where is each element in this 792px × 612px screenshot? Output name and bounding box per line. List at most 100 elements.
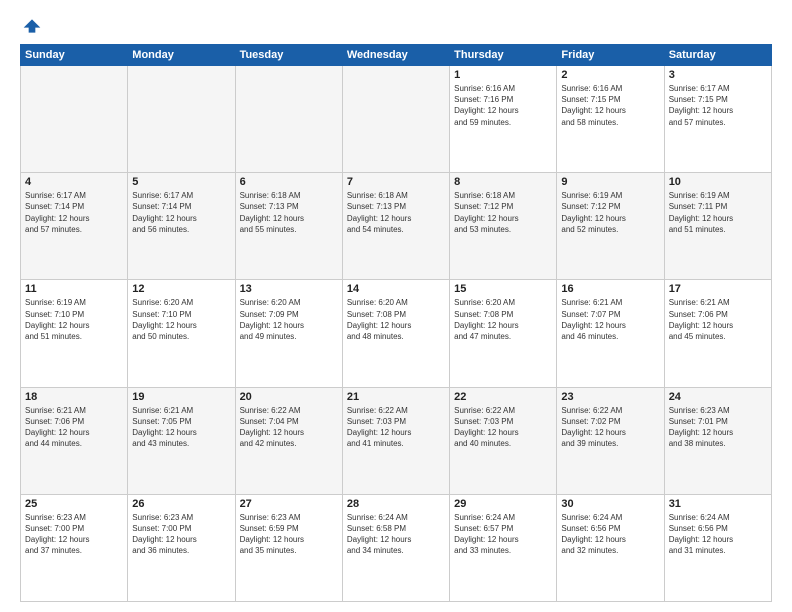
day-number: 11	[25, 283, 123, 295]
calendar-cell	[342, 66, 449, 173]
day-info: Sunrise: 6:24 AM Sunset: 6:56 PM Dayligh…	[669, 512, 767, 557]
calendar-cell: 10 Sunrise: 6:19 AM Sunset: 7:11 PM Dayli…	[664, 173, 771, 280]
calendar-cell: 23 Sunrise: 6:22 AM Sunset: 7:02 PM Dayli…	[557, 387, 664, 494]
day-number: 24	[669, 391, 767, 403]
day-number: 21	[347, 391, 445, 403]
page: SundayMondayTuesdayWednesdayThursdayFrid…	[0, 0, 792, 612]
day-info: Sunrise: 6:22 AM Sunset: 7:03 PM Dayligh…	[454, 405, 552, 450]
calendar-week-2: 4 Sunrise: 6:17 AM Sunset: 7:14 PM Daylig…	[21, 173, 772, 280]
day-info: Sunrise: 6:19 AM Sunset: 7:11 PM Dayligh…	[669, 190, 767, 235]
day-info: Sunrise: 6:21 AM Sunset: 7:07 PM Dayligh…	[561, 297, 659, 342]
calendar-cell	[128, 66, 235, 173]
header	[20, 16, 772, 36]
day-info: Sunrise: 6:17 AM Sunset: 7:14 PM Dayligh…	[132, 190, 230, 235]
day-info: Sunrise: 6:17 AM Sunset: 7:15 PM Dayligh…	[669, 83, 767, 128]
logo-icon	[22, 16, 42, 36]
day-info: Sunrise: 6:19 AM Sunset: 7:12 PM Dayligh…	[561, 190, 659, 235]
day-number: 30	[561, 498, 659, 510]
day-number: 2	[561, 69, 659, 81]
day-info: Sunrise: 6:21 AM Sunset: 7:05 PM Dayligh…	[132, 405, 230, 450]
day-number: 16	[561, 283, 659, 295]
calendar-cell: 16 Sunrise: 6:21 AM Sunset: 7:07 PM Dayli…	[557, 280, 664, 387]
calendar-cell: 4 Sunrise: 6:17 AM Sunset: 7:14 PM Daylig…	[21, 173, 128, 280]
day-number: 3	[669, 69, 767, 81]
calendar-cell: 24 Sunrise: 6:23 AM Sunset: 7:01 PM Dayli…	[664, 387, 771, 494]
day-info: Sunrise: 6:16 AM Sunset: 7:16 PM Dayligh…	[454, 83, 552, 128]
calendar-cell: 8 Sunrise: 6:18 AM Sunset: 7:12 PM Daylig…	[450, 173, 557, 280]
day-info: Sunrise: 6:18 AM Sunset: 7:12 PM Dayligh…	[454, 190, 552, 235]
day-info: Sunrise: 6:21 AM Sunset: 7:06 PM Dayligh…	[669, 297, 767, 342]
calendar-cell: 21 Sunrise: 6:22 AM Sunset: 7:03 PM Dayli…	[342, 387, 449, 494]
calendar-header-friday: Friday	[557, 45, 664, 66]
day-info: Sunrise: 6:18 AM Sunset: 7:13 PM Dayligh…	[347, 190, 445, 235]
day-info: Sunrise: 6:20 AM Sunset: 7:10 PM Dayligh…	[132, 297, 230, 342]
day-number: 22	[454, 391, 552, 403]
calendar-header-thursday: Thursday	[450, 45, 557, 66]
day-number: 28	[347, 498, 445, 510]
day-number: 26	[132, 498, 230, 510]
day-number: 27	[240, 498, 338, 510]
calendar-week-5: 25Sunrise: 6:23 AM Sunset: 7:00 PM Dayli…	[21, 494, 772, 601]
day-number: 13	[240, 283, 338, 295]
day-number: 6	[240, 176, 338, 188]
day-number: 31	[669, 498, 767, 510]
calendar-cell: 14 Sunrise: 6:20 AM Sunset: 7:08 PM Dayli…	[342, 280, 449, 387]
calendar-cell: 19 Sunrise: 6:21 AM Sunset: 7:05 PM Dayli…	[128, 387, 235, 494]
day-number: 14	[347, 283, 445, 295]
day-info: Sunrise: 6:18 AM Sunset: 7:13 PM Dayligh…	[240, 190, 338, 235]
calendar-header-saturday: Saturday	[664, 45, 771, 66]
calendar-cell: 30 Sunrise: 6:24 AM Sunset: 6:56 PM Dayli…	[557, 494, 664, 601]
day-number: 7	[347, 176, 445, 188]
day-number: 19	[132, 391, 230, 403]
day-info: Sunrise: 6:20 AM Sunset: 7:08 PM Dayligh…	[454, 297, 552, 342]
calendar-cell: 26 Sunrise: 6:23 AM Sunset: 7:00 PM Dayli…	[128, 494, 235, 601]
day-number: 23	[561, 391, 659, 403]
day-number: 17	[669, 283, 767, 295]
day-number: 5	[132, 176, 230, 188]
day-number: 12	[132, 283, 230, 295]
day-info: Sunrise: 6:22 AM Sunset: 7:02 PM Dayligh…	[561, 405, 659, 450]
calendar-cell: 28Sunrise: 6:24 AM Sunset: 6:58 PM Dayli…	[342, 494, 449, 601]
calendar-cell: 17 Sunrise: 6:21 AM Sunset: 7:06 PM Dayli…	[664, 280, 771, 387]
calendar-table: SundayMondayTuesdayWednesdayThursdayFrid…	[20, 44, 772, 602]
day-info: Sunrise: 6:24 AM Sunset: 6:57 PM Dayligh…	[454, 512, 552, 557]
day-number: 9	[561, 176, 659, 188]
calendar-cell: 7 Sunrise: 6:18 AM Sunset: 7:13 PM Daylig…	[342, 173, 449, 280]
day-number: 18	[25, 391, 123, 403]
day-info: Sunrise: 6:23 AM Sunset: 7:00 PM Dayligh…	[25, 512, 123, 557]
day-info: Sunrise: 6:24 AM Sunset: 6:56 PM Dayligh…	[561, 512, 659, 557]
day-number: 20	[240, 391, 338, 403]
calendar-cell: 18Sunrise: 6:21 AM Sunset: 7:06 PM Dayli…	[21, 387, 128, 494]
day-info: Sunrise: 6:23 AM Sunset: 6:59 PM Dayligh…	[240, 512, 338, 557]
calendar-cell: 29 Sunrise: 6:24 AM Sunset: 6:57 PM Dayli…	[450, 494, 557, 601]
day-info: Sunrise: 6:16 AM Sunset: 7:15 PM Dayligh…	[561, 83, 659, 128]
day-info: Sunrise: 6:23 AM Sunset: 7:00 PM Dayligh…	[132, 512, 230, 557]
calendar-header-wednesday: Wednesday	[342, 45, 449, 66]
calendar-week-3: 11 Sunrise: 6:19 AM Sunset: 7:10 PM Dayli…	[21, 280, 772, 387]
calendar-cell: 11 Sunrise: 6:19 AM Sunset: 7:10 PM Dayli…	[21, 280, 128, 387]
calendar-header-tuesday: Tuesday	[235, 45, 342, 66]
day-number: 1	[454, 69, 552, 81]
calendar-cell: 5 Sunrise: 6:17 AM Sunset: 7:14 PM Daylig…	[128, 173, 235, 280]
calendar-week-1: 1 Sunrise: 6:16 AM Sunset: 7:16 PM Daylig…	[21, 66, 772, 173]
day-info: Sunrise: 6:20 AM Sunset: 7:09 PM Dayligh…	[240, 297, 338, 342]
day-number: 4	[25, 176, 123, 188]
calendar-cell: 27 Sunrise: 6:23 AM Sunset: 6:59 PM Dayli…	[235, 494, 342, 601]
calendar-cell: 13 Sunrise: 6:20 AM Sunset: 7:09 PM Dayli…	[235, 280, 342, 387]
day-info: Sunrise: 6:19 AM Sunset: 7:10 PM Dayligh…	[25, 297, 123, 342]
day-number: 10	[669, 176, 767, 188]
day-info: Sunrise: 6:20 AM Sunset: 7:08 PM Dayligh…	[347, 297, 445, 342]
calendar-cell: 22 Sunrise: 6:22 AM Sunset: 7:03 PM Dayli…	[450, 387, 557, 494]
calendar-cell: 25Sunrise: 6:23 AM Sunset: 7:00 PM Dayli…	[21, 494, 128, 601]
day-number: 29	[454, 498, 552, 510]
calendar-cell: 20 Sunrise: 6:22 AM Sunset: 7:04 PM Dayli…	[235, 387, 342, 494]
day-info: Sunrise: 6:17 AM Sunset: 7:14 PM Dayligh…	[25, 190, 123, 235]
day-info: Sunrise: 6:23 AM Sunset: 7:01 PM Dayligh…	[669, 405, 767, 450]
day-number: 15	[454, 283, 552, 295]
day-info: Sunrise: 6:22 AM Sunset: 7:03 PM Dayligh…	[347, 405, 445, 450]
day-info: Sunrise: 6:22 AM Sunset: 7:04 PM Dayligh…	[240, 405, 338, 450]
calendar-cell: 9 Sunrise: 6:19 AM Sunset: 7:12 PM Daylig…	[557, 173, 664, 280]
logo	[20, 16, 44, 36]
day-number: 8	[454, 176, 552, 188]
calendar-cell: 2 Sunrise: 6:16 AM Sunset: 7:15 PM Daylig…	[557, 66, 664, 173]
